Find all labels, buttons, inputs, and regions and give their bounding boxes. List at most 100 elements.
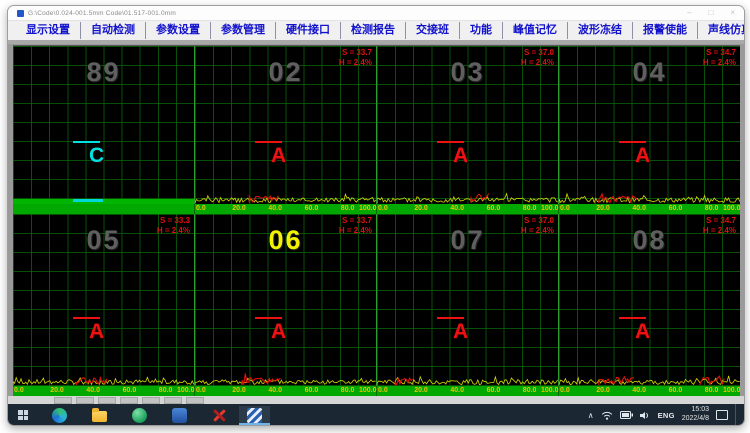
gate-measurement-readout: S = 34.7H = 2.4% (703, 48, 736, 69)
menu-item-param-management[interactable]: 参数管理 (210, 22, 275, 39)
channel-number: 89 (13, 57, 194, 88)
taskbar-clock[interactable]: 15:03 2022/4/8 (682, 406, 709, 424)
menu-item-auto-detect[interactable]: 自动检测 (80, 22, 145, 39)
menu-item-shift-change[interactable]: 交接班 (405, 22, 459, 39)
taskbar-pinned-icons (52, 408, 227, 423)
scale-tick: 100.0 (541, 205, 559, 212)
menu-item-alarm-enable[interactable]: 报警使能 (632, 22, 697, 39)
gate-line[interactable] (73, 141, 100, 143)
waveform-noise (195, 372, 376, 386)
menu-item-hardware-interface[interactable]: 硬件接口 (275, 22, 340, 39)
scale-tick: 20.0 (596, 205, 610, 212)
blue-app-icon[interactable] (172, 408, 187, 423)
gate-label: A (453, 144, 468, 168)
show-desktop-button[interactable] (735, 404, 741, 426)
windows-taskbar: ∧ ENG 15:03 2022/4/8 (8, 404, 744, 426)
scale-tick: 0.0 (196, 205, 206, 212)
scale-band: 0.020.040.060.080.0100.0 (195, 204, 377, 214)
menu-item-waveform-freeze[interactable]: 波形冻结 (567, 22, 632, 39)
hidden-icons-caret[interactable]: ∧ (588, 411, 594, 420)
windows-logo-icon (18, 410, 28, 420)
start-button[interactable] (8, 404, 38, 426)
red-app-icon[interactable] (212, 408, 227, 423)
s-value: S = 34.7 (703, 48, 736, 58)
gate-line[interactable] (619, 141, 646, 143)
scale-tick: 20.0 (414, 205, 428, 212)
scale-tick: 100.0 (723, 205, 741, 212)
scale-band-row-top: 0.020.040.060.080.0100.00.020.040.060.08… (13, 204, 740, 214)
scale-tick: 60.0 (669, 387, 683, 394)
waveform-noise (377, 190, 558, 204)
scale-band-row-bottom: 0.020.040.060.080.0100.00.020.040.060.08… (13, 386, 740, 396)
s-value: S = 33.7 (339, 216, 372, 226)
s-value: S = 34.7 (703, 216, 736, 226)
speaker-icon[interactable] (640, 411, 651, 420)
channel-panel-06[interactable]: 06S = 33.7H = 2.4%A (195, 214, 377, 386)
s-value: S = 37.0 (521, 48, 554, 58)
language-indicator[interactable]: ENG (658, 411, 675, 420)
scale-tick: 80.0 (705, 205, 719, 212)
background-window-fragment (76, 397, 94, 404)
window-title: G:\Code\0.024-001.5mm Code\01.517-001.0m… (28, 10, 176, 17)
scale-tick: 100.0 (359, 205, 377, 212)
menu-item-sound-simulation[interactable]: 声线仿真 (697, 22, 745, 39)
ndt-app-taskbar-button-active[interactable] (239, 406, 270, 425)
waveform-noise (559, 372, 740, 386)
s-value: S = 33.3 (157, 216, 190, 226)
gate-line[interactable] (437, 317, 464, 319)
scale-tick: 40.0 (268, 205, 282, 212)
app-icon (17, 10, 24, 17)
menu-item-inspection-report[interactable]: 检测报告 (340, 22, 405, 39)
gate-label: A (271, 144, 286, 168)
menu-item-display-settings[interactable]: 显示设置 (16, 22, 80, 39)
gate-label: A (635, 144, 650, 168)
channel-panel-89[interactable]: 89 C (13, 46, 195, 204)
close-icon[interactable]: × (730, 9, 735, 17)
gate-line[interactable] (437, 141, 464, 143)
messenger-app-icon[interactable] (132, 408, 147, 423)
scale-tick: 20.0 (232, 387, 246, 394)
channel-panel-03[interactable]: 03S = 37.0H = 2.4%A (377, 46, 559, 204)
menu-item-functions[interactable]: 功能 (459, 22, 502, 39)
channel-panel-07[interactable]: 07S = 37.0H = 2.4%A (377, 214, 559, 386)
gate-label: A (635, 320, 650, 344)
scale-tick: 20.0 (414, 387, 428, 394)
app-window: G:\Code\0.024-001.5mm Code\01.517-001.0m… (7, 5, 745, 426)
scale-tick: 80.0 (705, 387, 719, 394)
menu-item-param-settings[interactable]: 参数设置 (145, 22, 210, 39)
network-icon[interactable] (601, 411, 613, 420)
battery-icon[interactable] (620, 411, 633, 419)
gate-line[interactable] (255, 317, 282, 319)
gate-line[interactable] (73, 317, 100, 319)
background-window-fragment (186, 397, 204, 404)
file-explorer-icon[interactable] (92, 411, 107, 422)
channel-panel-05[interactable]: 05S = 33.3H = 2.4%A (13, 214, 195, 386)
system-tray: ∧ ENG 15:03 2022/4/8 (588, 404, 744, 426)
touch-keyboard-icon[interactable] (716, 410, 728, 420)
maximize-icon[interactable]: □ (708, 9, 713, 17)
scale-band: 0.020.040.060.080.0100.0 (13, 386, 195, 396)
gate-line[interactable] (255, 141, 282, 143)
gate-label: A (89, 320, 104, 344)
gate-measurement-readout: S = 34.7H = 2.4% (703, 216, 736, 237)
edge-browser-icon[interactable] (52, 408, 67, 423)
background-window-fragment (120, 397, 138, 404)
channel-row-top: 89C02S = 33.7H = 2.4%A03S = 37.0H = 2.4%… (13, 46, 740, 204)
scale-tick: 20.0 (232, 205, 246, 212)
menu-item-peak-memory[interactable]: 峰值记忆 (502, 22, 567, 39)
scale-tick: 0.0 (378, 205, 388, 212)
gate-line[interactable] (619, 317, 646, 319)
scale-tick: 40.0 (86, 387, 100, 394)
channel-panel-02[interactable]: 02S = 33.7H = 2.4%A (195, 46, 377, 204)
scale-tick: 60.0 (487, 387, 501, 394)
gate-label: C (89, 144, 104, 168)
s-value: S = 33.7 (339, 48, 372, 58)
channel-panel-08[interactable]: 08S = 34.7H = 2.4%A (559, 214, 740, 386)
h-value: H = 2.4% (521, 226, 554, 236)
minimize-icon[interactable]: – (687, 9, 691, 17)
gate-label: A (453, 320, 468, 344)
gate-measurement-readout: S = 33.7H = 2.4% (339, 48, 372, 69)
scale-band (13, 204, 195, 214)
scale-tick: 0.0 (14, 387, 24, 394)
channel-panel-04[interactable]: 04S = 34.7H = 2.4%A (559, 46, 740, 204)
